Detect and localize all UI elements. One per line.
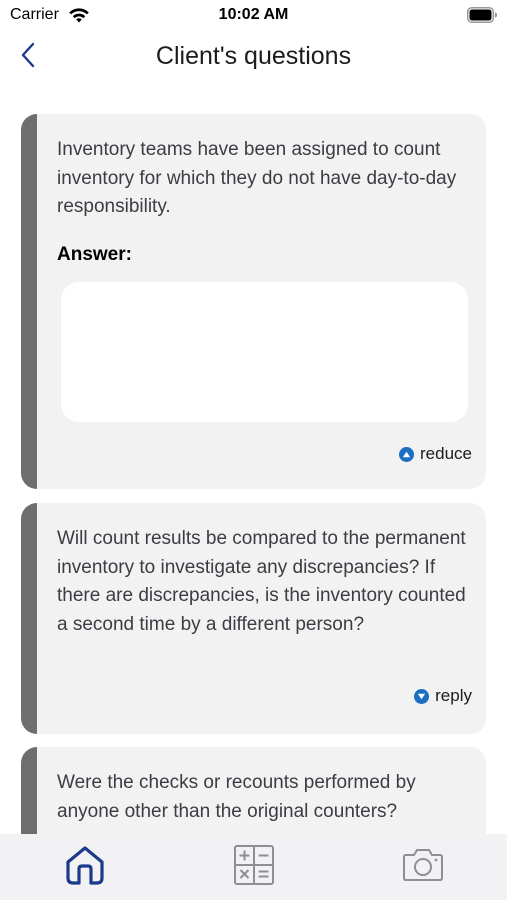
question-card: Were the checks or recounts performed by… (21, 747, 486, 834)
reduce-button[interactable]: reduce (399, 444, 472, 464)
battery-icon (467, 7, 498, 23)
question-text: Were the checks or recounts performed by… (57, 772, 416, 822)
calculator-icon (232, 843, 276, 892)
page-title: Client's questions (155, 42, 352, 70)
card-accent-bar (21, 114, 37, 489)
camera-icon (401, 845, 445, 890)
tab-calculator[interactable] (169, 834, 338, 900)
reply-label: reply (435, 686, 472, 705)
clock: 10:02 AM (218, 6, 289, 23)
reduce-label: reduce (420, 444, 472, 463)
questions-list: Inventory teams have been assigned to co… (0, 82, 507, 834)
reply-button[interactable]: reply (414, 686, 472, 706)
question-card: Will count results be compared to the pe… (21, 503, 486, 734)
card-accent-bar (21, 747, 37, 834)
question-text: Inventory teams have been assigned to co… (57, 139, 457, 217)
chevron-down-circle-icon (414, 688, 430, 704)
chevron-up-circle-icon (399, 446, 415, 462)
card-accent-bar (21, 503, 37, 734)
question-card: Inventory teams have been assigned to co… (21, 114, 486, 489)
answer-label: Answer: (57, 244, 132, 265)
tab-bar (0, 834, 507, 900)
question-text: Will count results be compared to the pe… (57, 528, 466, 635)
navigation-bar: Client's questions (0, 32, 507, 82)
status-bar: Carrier 10:02 AM (0, 0, 507, 32)
home-icon (63, 843, 107, 892)
tab-home[interactable] (0, 834, 169, 900)
tab-camera[interactable] (338, 834, 507, 900)
screen: Carrier 10:02 AM Client's questions Inve… (0, 0, 507, 900)
answer-input[interactable] (61, 282, 468, 422)
